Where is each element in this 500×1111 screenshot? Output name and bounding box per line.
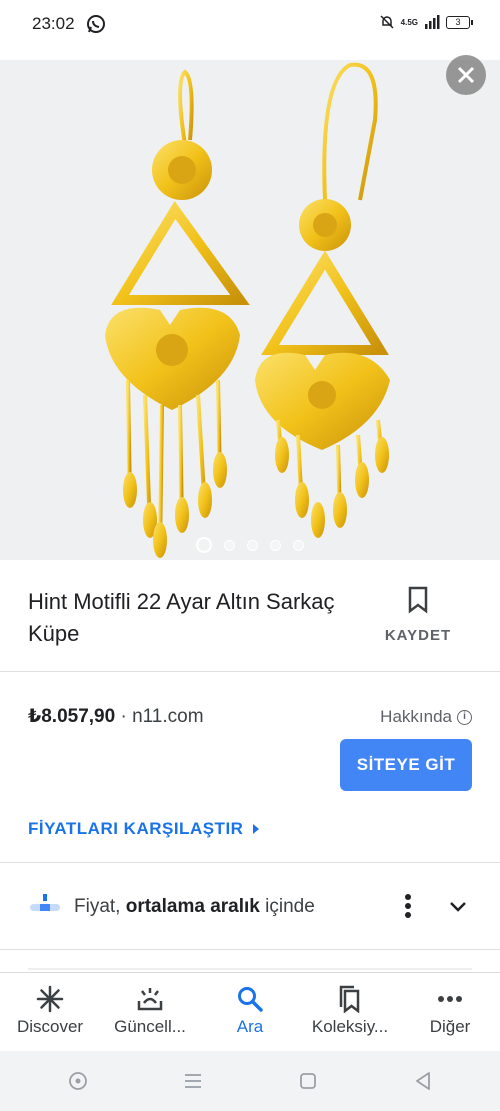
more-vertical-icon[interactable]: [398, 892, 418, 920]
price-insight-prefix: Fiyat,: [74, 896, 126, 917]
nav-item-collections[interactable]: Koleksiy...: [300, 973, 400, 1050]
price-insight-text: Fiyat, ortalama aralık içinde: [74, 896, 315, 918]
price-insight-bold: ortalama aralık: [125, 896, 260, 917]
price-line: ₺8.057,90 · n11.com: [28, 705, 204, 728]
bell-muted-icon: [380, 15, 394, 29]
system-navigation-bar: [0, 1051, 500, 1111]
save-label: KAYDET: [384, 627, 452, 644]
carousel-indicator: [0, 537, 500, 553]
chevron-down-icon[interactable]: [446, 894, 470, 918]
network-type: 4.5G: [400, 17, 418, 27]
price-insight-suffix: içinde: [259, 896, 315, 917]
carousel-dot[interactable]: [247, 539, 258, 551]
gold-earrings-image: [0, 60, 500, 560]
nav-item-more[interactable]: Diğer: [400, 973, 500, 1050]
carousel-dot[interactable]: [224, 539, 235, 551]
carousel-dot[interactable]: [196, 537, 212, 553]
nav-label: Diğer: [429, 1017, 471, 1036]
search-icon: [238, 987, 263, 1012]
status-bar: 23:02 4.5G 3: [0, 0, 500, 50]
visit-site-button[interactable]: SİTEYE GİT: [340, 739, 472, 791]
battery-icon: 3: [446, 15, 473, 29]
price-insight-row[interactable]: Fiyat, ortalama aralık içinde: [0, 864, 500, 950]
offer-section: ₺8.057,90 · n11.com Hakkında i SİTEYE Gİ…: [0, 673, 500, 863]
info-icon: i: [457, 709, 472, 725]
nav-label: Discover: [16, 1017, 84, 1036]
whatsapp-icon: [87, 15, 105, 33]
collections-icon: [339, 985, 360, 1013]
about-link[interactable]: Hakkında i: [380, 707, 472, 727]
assistant-icon[interactable]: [67, 1070, 89, 1092]
nav-item-search[interactable]: Ara: [200, 973, 300, 1050]
nav-label: Ara: [236, 1017, 264, 1036]
bottom-navigation: Discover Güncell... Ara Koleksiy... Diğe…: [0, 972, 500, 1050]
price: ₺8.057,90: [28, 706, 116, 727]
back-icon[interactable]: [412, 1070, 434, 1092]
recents-icon[interactable]: [182, 1070, 204, 1092]
status-time: 23:02: [32, 14, 75, 33]
price-separator: ·: [115, 706, 133, 727]
status-icons: 4.5G 3: [379, 14, 473, 30]
close-button[interactable]: [446, 55, 486, 95]
about-label: Hakkında: [380, 707, 452, 726]
close-icon: [457, 66, 475, 84]
nav-item-discover[interactable]: Discover: [0, 973, 100, 1050]
compare-prices-link[interactable]: FİYATLARI KARŞILAŞTIR: [28, 819, 260, 839]
compare-prices-label: FİYATLARI KARŞILAŞTIR: [28, 819, 244, 838]
nav-item-updates[interactable]: Güncell...: [100, 973, 200, 1050]
merchant-name: n11.com: [132, 706, 204, 727]
nav-label: Güncell...: [114, 1017, 186, 1036]
save-button[interactable]: KAYDET: [382, 586, 454, 644]
more-horizontal-icon: [438, 996, 462, 1002]
carousel-dot[interactable]: [293, 539, 304, 551]
product-image-carousel[interactable]: [0, 60, 500, 560]
home-icon[interactable]: [297, 1070, 319, 1092]
asterisk-icon: [36, 985, 64, 1013]
signal-icon: [425, 15, 440, 29]
product-title: Hint Motifli 22 Ayar Altın Sarkaç Küpe: [28, 589, 335, 646]
updates-icon: [137, 988, 163, 1011]
divider: [28, 968, 472, 970]
bookmark-icon: [408, 586, 428, 614]
nav-label: Koleksiy...: [311, 1017, 389, 1036]
carousel-dot[interactable]: [270, 539, 281, 551]
chevron-right-icon: [253, 824, 260, 834]
product-header: Hint Motifli 22 Ayar Altın Sarkaç Küpe K…: [0, 560, 500, 672]
price-range-icon: [30, 894, 60, 911]
